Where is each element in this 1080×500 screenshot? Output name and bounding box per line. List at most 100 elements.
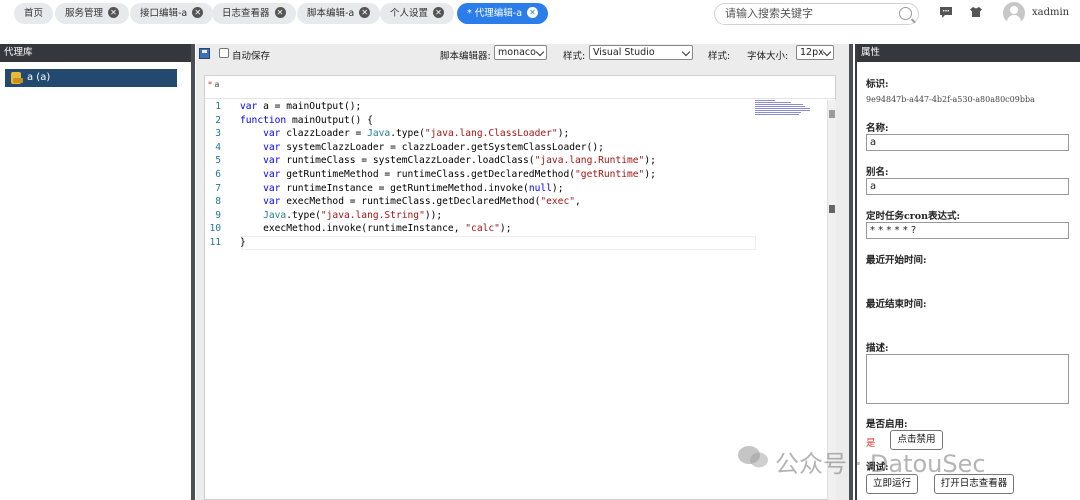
chevron-down-icon <box>535 47 545 57</box>
code-line: 2 function mainOutput() { <box>205 114 750 128</box>
code-line: 1 var a = mainOutput(); <box>205 100 750 114</box>
font-size-select[interactable]: 12px <box>796 45 834 60</box>
username[interactable]: xadmin <box>1032 7 1069 18</box>
wechat-icon <box>738 446 768 468</box>
line-number: 7 <box>215 182 221 194</box>
close-icon[interactable]: ✕ <box>274 7 286 18</box>
tab-home[interactable]: 首页 <box>14 3 54 24</box>
code-text: var clazzLoader = Java.type("java.lang.C… <box>263 128 570 140</box>
line-number: 2 <box>215 114 221 126</box>
line-number: 4 <box>215 141 221 153</box>
tree-item-label: a (a) <box>27 72 51 83</box>
close-icon[interactable]: ✕ <box>108 7 120 18</box>
alias-field[interactable]: a <box>866 178 1069 195</box>
avatar[interactable] <box>1003 2 1025 24</box>
search-icon[interactable] <box>899 7 912 20</box>
search-placeholder: 请输入搜索关键字 <box>725 7 813 20</box>
line-number: 1 <box>215 101 221 112</box>
tab-label: 日志查看器 <box>222 8 270 19</box>
code-text: var getRuntimeMethod = runtimeClass.getD… <box>263 169 656 180</box>
tab-personal-settings[interactable]: 个人设置 ✕ <box>380 3 455 24</box>
font-size-label: 字体大小: <box>747 51 789 62</box>
editor-type-label: 脚本编辑器: <box>440 51 491 62</box>
description-label: 描述: <box>866 343 889 354</box>
tab-proxy-edit[interactable]: * 代理编辑-a ✕ <box>457 3 549 24</box>
code-text: var systemClazzLoader = clazzLoader.getS… <box>263 141 604 153</box>
tab-script-edit[interactable]: 脚本编辑-a ✕ <box>297 3 381 24</box>
code-content[interactable]: 1 var a = mainOutput(); 2 function mainOut… <box>205 100 827 500</box>
search-input[interactable]: 请输入搜索关键字 <box>714 3 919 25</box>
tab-log-viewer[interactable]: 日志查看器 ✕ <box>212 3 296 24</box>
code-text: var execMethod = runtimeClass.getDeclare… <box>263 196 581 208</box>
cron-field[interactable]: * * * * * ? <box>866 222 1069 239</box>
last-start-label: 最近开始时间: <box>866 255 927 266</box>
scrollbar-marker <box>829 205 835 213</box>
code-text: Java.type("java.lang.String")); <box>263 209 443 221</box>
right-splitter[interactable] <box>849 44 853 500</box>
font-size-value: 12px <box>800 47 824 58</box>
code-text: var a = mainOutput(); <box>240 101 362 112</box>
editor-type-value: monaco <box>498 47 536 58</box>
tab-label: * 代理编辑-a <box>467 8 523 19</box>
autosave-checkbox[interactable] <box>219 48 229 58</box>
style-label: 样式: <box>563 51 586 62</box>
proxy-library-panel <box>0 44 192 500</box>
code-line: 7 var runtimeInstance = getRuntimeMethod… <box>205 182 750 196</box>
tab-service-management[interactable]: 服务管理 ✕ <box>55 3 130 24</box>
scrollbar-thumb[interactable] <box>829 110 835 118</box>
line-number: 6 <box>215 169 221 180</box>
tab-label: 脚本编辑-a <box>307 8 355 19</box>
close-icon[interactable]: ✕ <box>433 7 445 18</box>
name-field[interactable]: a <box>866 134 1069 151</box>
editor-toolbar: 自动保存 脚本编辑器: monaco 样式: Visual Studio 样式:… <box>196 44 849 64</box>
close-icon[interactable]: ✕ <box>359 7 371 18</box>
line-number: 5 <box>215 155 221 167</box>
editor-file-name: a <box>214 80 220 89</box>
watermark: 公众号 · DatouSec <box>775 450 986 478</box>
editor-type-select[interactable]: monaco <box>494 45 547 60</box>
style-value: Visual Studio <box>593 47 655 58</box>
close-icon[interactable]: ✕ <box>527 7 539 18</box>
code-text: var runtimeClass = systemClazzLoader.loa… <box>263 155 656 167</box>
tab-label: 个人设置 <box>390 8 429 19</box>
code-text: var runtimeInstance = getRuntimeMethod.i… <box>263 182 564 194</box>
chevron-down-icon <box>822 47 832 57</box>
editor-file-tab[interactable]: * a <box>208 80 219 89</box>
message-icon[interactable] <box>939 6 953 18</box>
line-number: 11 <box>209 237 221 248</box>
id-label: 标识: <box>866 79 889 90</box>
proxy-library-title: 代理库 <box>0 44 191 62</box>
code-line: 8 var execMethod = runtimeClass.getDecla… <box>205 195 750 209</box>
style-select[interactable]: Visual Studio <box>589 45 693 60</box>
last-end-label: 最近结束时间: <box>866 299 927 310</box>
left-splitter[interactable] <box>191 44 195 500</box>
id-value: 9e94847b-a447-4b2f-a530-a80a80c09bba <box>866 95 1035 104</box>
save-icon[interactable] <box>199 48 210 59</box>
chevron-down-icon <box>681 47 691 57</box>
code-line: 4 var systemClazzLoader = clazzLoader.ge… <box>205 141 750 155</box>
tab-interface-edit[interactable]: 接口编辑-a ✕ <box>130 3 214 24</box>
code-text: } <box>240 237 246 248</box>
code-line: 5 var runtimeClass = systemClazzLoader.l… <box>205 154 750 168</box>
tree-item-proxy[interactable]: a (a) <box>5 69 177 87</box>
code-minimap[interactable] <box>755 100 815 116</box>
editor-scrollbar[interactable] <box>827 100 836 500</box>
autosave-label: 自动保存 <box>232 51 271 62</box>
style2-label: 样式: <box>708 51 731 62</box>
tab-label: 接口编辑-a <box>140 8 188 19</box>
line-number: 3 <box>215 128 221 140</box>
code-line: 9 Java.type("java.lang.String")); <box>205 209 750 223</box>
close-icon[interactable]: ✕ <box>192 7 204 18</box>
script-icon <box>11 72 23 84</box>
code-text: function mainOutput() { <box>240 114 373 126</box>
properties-panel <box>855 44 1080 500</box>
tab-label: 服务管理 <box>65 8 104 19</box>
name-label: 名称: <box>866 123 889 134</box>
shirt-icon[interactable] <box>969 6 983 18</box>
description-field[interactable] <box>866 354 1069 404</box>
cron-label: 定时任务cron表达式: <box>866 211 961 222</box>
code-line: 3 var clazzLoader = Java.type("java.lang… <box>205 127 750 141</box>
divider <box>205 98 835 99</box>
line-number: 9 <box>215 209 221 221</box>
tab-label: 首页 <box>24 8 44 19</box>
